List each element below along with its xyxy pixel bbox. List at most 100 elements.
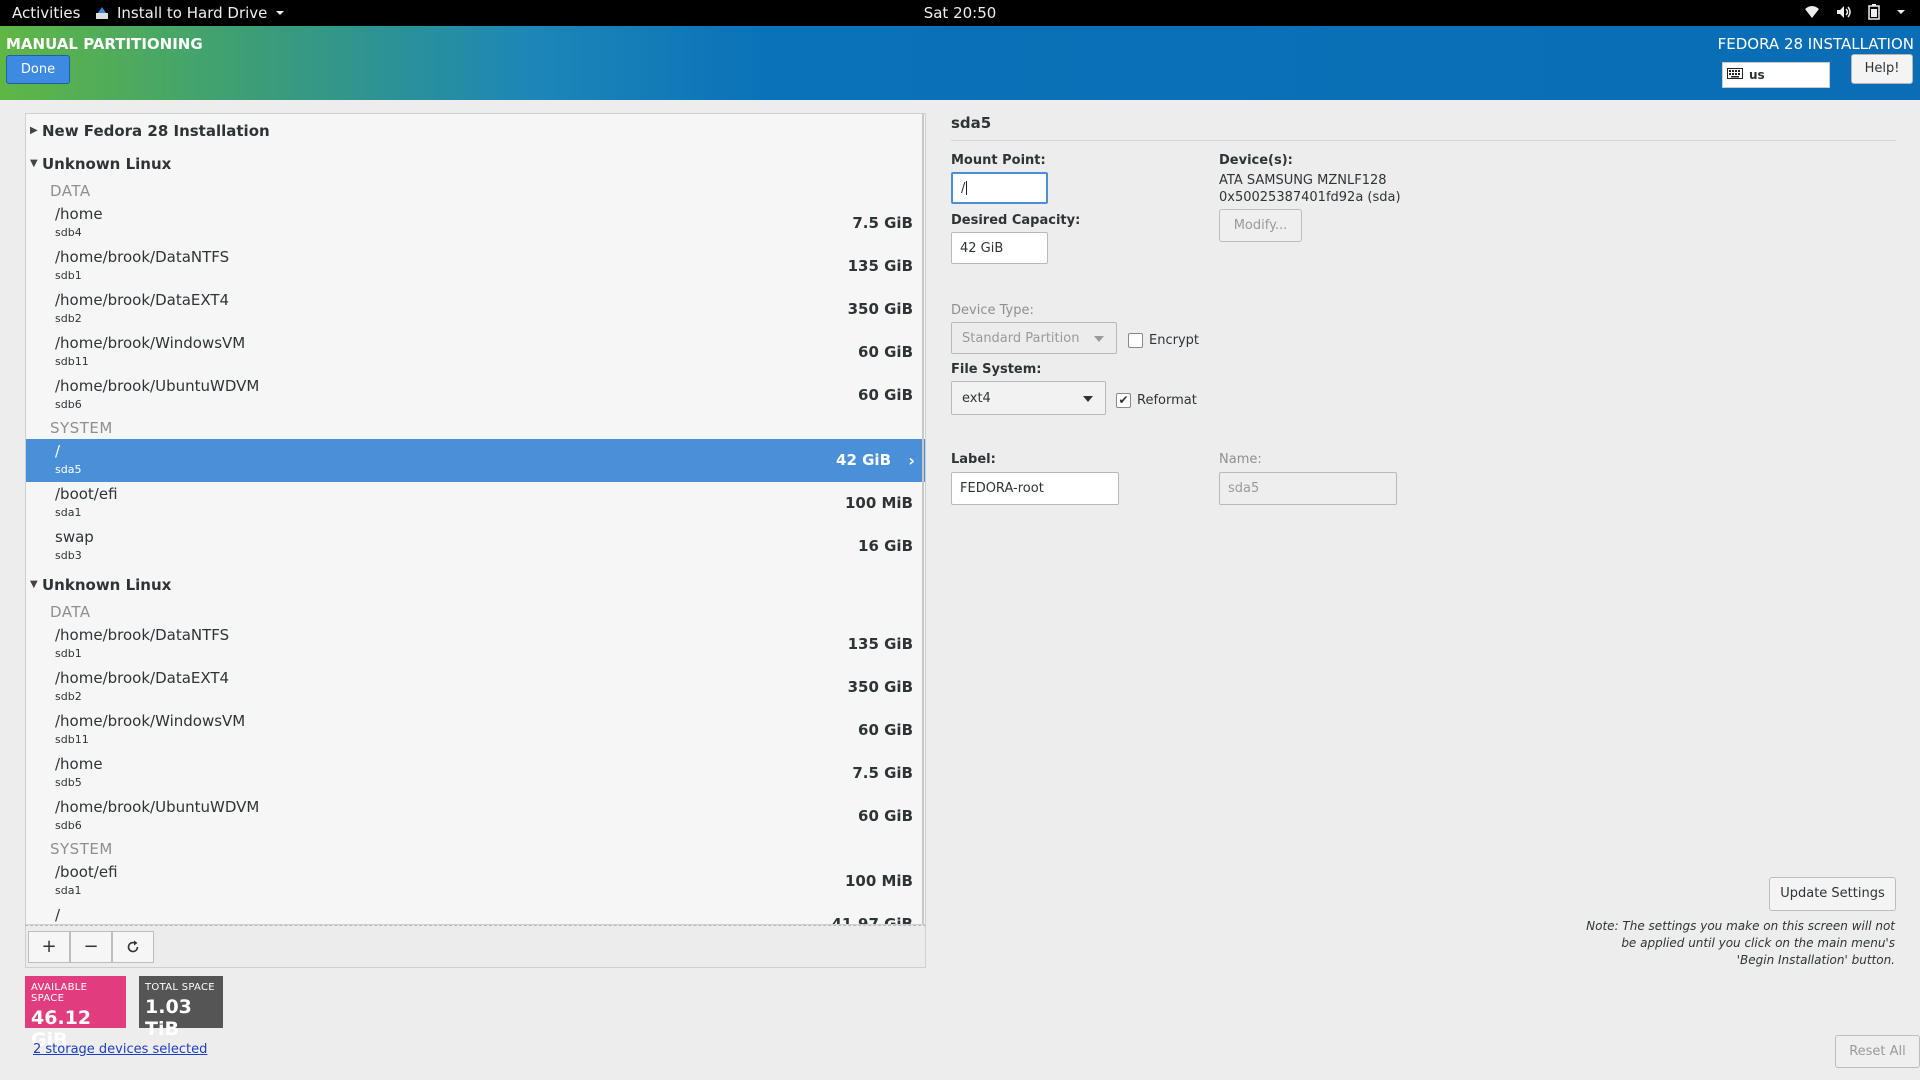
partition-mount-point: /	[55, 906, 61, 924]
partition-device: sdb1	[55, 269, 82, 282]
partition-row[interactable]: /home/brook/WindowsVM sdb11 60 GiB	[26, 709, 925, 752]
total-space-value: 1.03 TiB	[145, 996, 192, 1040]
partition-device: sda1	[55, 506, 82, 519]
partition-row[interactable]: /home sdb4 7.5 GiB	[26, 202, 925, 245]
detail-separator	[951, 140, 1896, 141]
name-value: sda5	[1228, 481, 1260, 496]
checkmark-icon: ✔	[1116, 393, 1131, 408]
app-menu[interactable]: Install to Hard Drive	[95, 4, 285, 22]
partition-row[interactable]: /home sdb5 7.5 GiB	[26, 752, 925, 795]
partition-device: sdb2	[55, 690, 82, 703]
keyboard-icon	[1727, 68, 1743, 82]
partition-row[interactable]: /home/brook/DataEXT4 sdb2 350 GiB	[26, 288, 925, 331]
mount-point-label: Mount Point:	[951, 153, 1046, 168]
partition-mount-point: /home/brook/UbuntuWDVM	[55, 377, 260, 395]
remove-partition-button[interactable]: −	[70, 931, 112, 963]
tree-scroll-divider	[922, 114, 924, 924]
partition-row[interactable]: /boot/efi sda1 100 MiB	[26, 860, 925, 903]
done-button[interactable]: Done	[6, 55, 70, 84]
label-value: FEDORA-root	[960, 481, 1044, 496]
expanded-arrow-icon: ▼	[30, 158, 38, 169]
partition-mount-point: /boot/efi	[55, 863, 118, 881]
chevron-right-icon: ›	[908, 451, 915, 470]
installer-header: MANUAL PARTITIONING Done FEDORA 28 INSTA…	[0, 26, 1920, 100]
partition-mount-point: /boot/efi	[55, 485, 118, 503]
total-space-label: TOTAL SPACE	[145, 982, 215, 993]
partition-mount-point: swap	[55, 528, 94, 546]
reformat-label: Reformat	[1137, 393, 1197, 408]
partition-row[interactable]: /boot/efi sda1 100 MiB	[26, 482, 925, 525]
partition-mount-point: /home/brook/DataNTFS	[55, 248, 230, 266]
device-type-label: Device Type:	[951, 303, 1034, 318]
partition-row[interactable]: / sda5 42 GiB ›	[26, 439, 925, 482]
partition-device: sdb3	[55, 549, 82, 562]
partition-row[interactable]: /home/brook/WindowsVM sdb11 60 GiB	[26, 331, 925, 374]
tree-group-header[interactable]: ▼ Unknown Linux	[26, 147, 925, 180]
volume-icon	[1836, 5, 1852, 19]
partition-row[interactable]: /sda641.97 GiB	[26, 903, 925, 925]
partition-mount-point: /home	[55, 205, 103, 223]
installer-title: FEDORA 28 INSTALLATION	[1717, 35, 1914, 53]
tree-group-header[interactable]: ▶ New Fedora 28 Installation	[26, 114, 925, 147]
partition-size: 100 MiB	[844, 872, 913, 890]
file-system-select[interactable]: ext4	[951, 381, 1106, 415]
mount-point-input[interactable]: /	[951, 172, 1048, 204]
partition-size: 60 GiB	[858, 721, 913, 739]
partition-row[interactable]: /home/brook/UbuntuWDVM sdb6 60 GiB	[26, 374, 925, 417]
desired-capacity-value: 42 GiB	[960, 240, 1004, 256]
chevron-down-icon	[275, 8, 285, 18]
modify-button[interactable]: Modify...	[1219, 209, 1302, 242]
activities-button[interactable]: Activities	[12, 4, 80, 22]
tree-group-name: Unknown Linux	[42, 575, 172, 594]
settings-note: Note: The settings you make on this scre…	[1586, 919, 1895, 967]
storage-devices-link[interactable]: 2 storage devices selected	[33, 1042, 207, 1057]
reset-all-button[interactable]: Reset All	[1835, 1035, 1920, 1068]
total-space-box: TOTAL SPACE 1.03 TiB	[139, 976, 223, 1040]
chevron-down-icon	[1083, 396, 1093, 402]
partition-size: 135 GiB	[847, 635, 913, 653]
refresh-button[interactable]	[112, 931, 154, 963]
partition-device: sdb4	[55, 226, 82, 239]
tree-group-header[interactable]: ▼ Unknown Linux	[26, 568, 925, 601]
tree-group-name: New Fedora 28 Installation	[42, 121, 270, 140]
partition-size: 41.97 GiB	[831, 915, 913, 925]
partition-mount-point: /home/brook/DataEXT4	[55, 291, 230, 309]
desired-capacity-input[interactable]: 42 GiB	[951, 232, 1048, 264]
partition-row[interactable]: /home/brook/DataNTFS sdb1 135 GiB	[26, 245, 925, 288]
tree-section-title: DATA	[50, 603, 91, 621]
partition-size: 60 GiB	[858, 386, 913, 404]
partition-tree-content: ▶ New Fedora 28 Installation ▼ Unknown Linu…	[26, 114, 925, 925]
update-settings-button[interactable]: Update Settings	[1769, 877, 1896, 911]
partition-device: sdb11	[55, 733, 89, 746]
partition-size: 7.5 GiB	[852, 764, 913, 782]
reformat-checkbox[interactable]: ✔ Reformat	[1116, 393, 1197, 408]
partition-row[interactable]: swap sdb3 16 GiB	[26, 525, 925, 568]
partition-row[interactable]: /home/brook/DataEXT4 sdb2 350 GiB	[26, 666, 925, 709]
refresh-icon	[126, 938, 140, 959]
encrypt-checkbox[interactable]: Encrypt	[1128, 333, 1199, 348]
name-input[interactable]: sda5	[1219, 472, 1397, 505]
partition-row[interactable]: /home/brook/DataNTFS sdb1 135 GiB	[26, 623, 925, 666]
partition-mount-point: /home/brook/DataEXT4	[55, 669, 230, 687]
partition-size: 100 MiB	[844, 494, 913, 512]
partition-tree[interactable]: ▶ New Fedora 28 Installation ▼ Unknown Linu…	[25, 113, 926, 925]
device-type-value: Standard Partition	[962, 330, 1080, 346]
top-bar: Activities Install to Hard Drive Sat 20:…	[0, 0, 1920, 26]
collapsed-arrow-icon: ▶	[30, 125, 38, 136]
device-model: ATA SAMSUNG MZNLF128	[1219, 173, 1387, 188]
label-input[interactable]: FEDORA-root	[951, 472, 1119, 505]
partition-size: 16 GiB	[858, 537, 913, 555]
partition-device: sdb6	[55, 398, 82, 411]
device-description: ATA SAMSUNG MZNLF128 0x50025387401fd92a …	[1219, 172, 1401, 206]
partition-size: 7.5 GiB	[852, 214, 913, 232]
keyboard-layout-indicator[interactable]: us	[1722, 62, 1830, 88]
mount-point-value: /	[961, 180, 966, 196]
clock[interactable]: Sat 20:50	[924, 4, 997, 22]
system-tray[interactable]	[1804, 4, 1906, 20]
help-button[interactable]: Help!	[1851, 54, 1913, 84]
device-type-select[interactable]: Standard Partition	[951, 322, 1117, 354]
partition-row[interactable]: /home/brook/UbuntuWDVM sdb6 60 GiB	[26, 795, 925, 838]
file-system-value: ext4	[962, 390, 991, 406]
add-partition-button[interactable]: +	[28, 931, 70, 963]
keyboard-layout-label: us	[1749, 68, 1765, 82]
